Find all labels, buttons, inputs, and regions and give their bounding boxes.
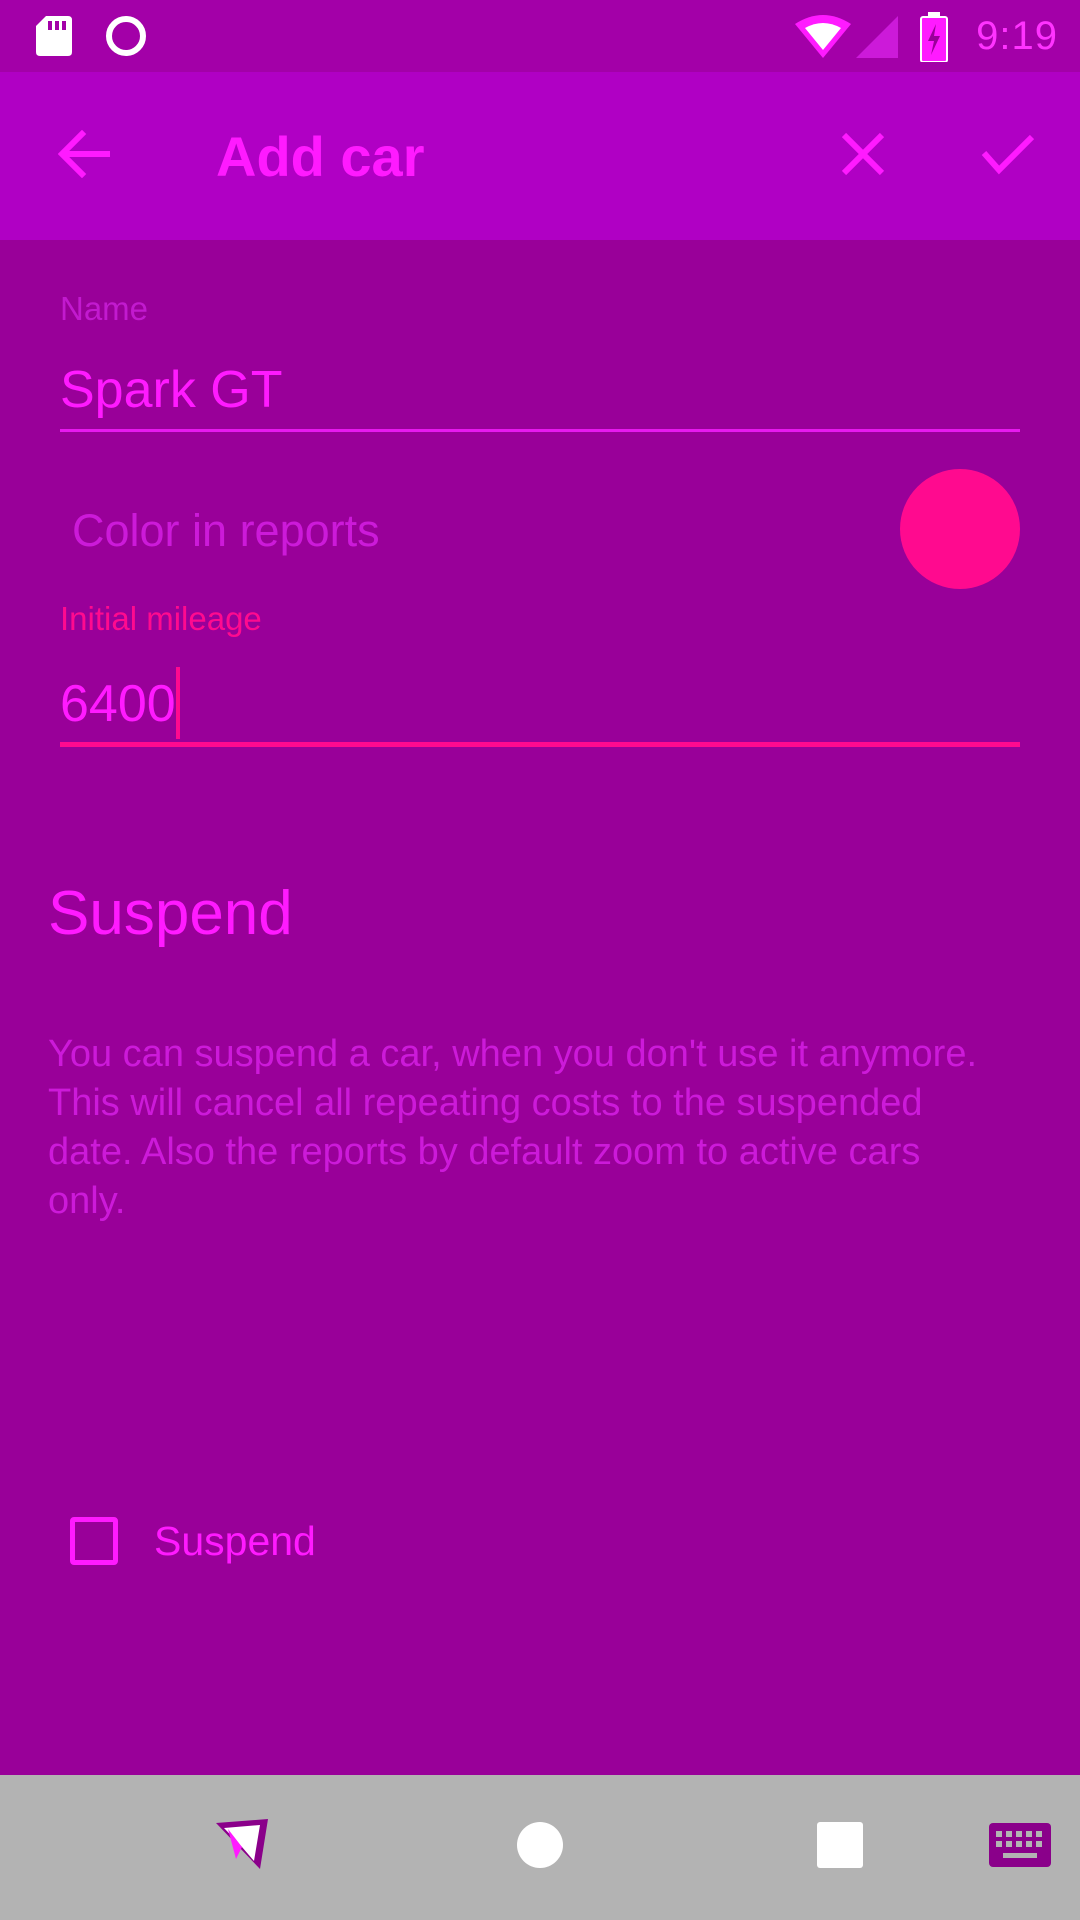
add-car-form: Name Color in reports Initial mileage 64… bbox=[0, 240, 1080, 1775]
suspend-checkbox[interactable] bbox=[70, 1517, 118, 1565]
home-icon bbox=[516, 1821, 564, 1874]
page-title: Add car bbox=[216, 125, 425, 188]
app-launcher-button[interactable] bbox=[206, 1811, 278, 1883]
text-cursor bbox=[175, 667, 180, 740]
back-button[interactable] bbox=[36, 108, 132, 204]
sync-circle-icon bbox=[104, 14, 148, 63]
navigation-bar bbox=[0, 1775, 1080, 1920]
color-picker-button[interactable] bbox=[900, 469, 1020, 589]
color-in-reports-label: Color in reports bbox=[72, 505, 380, 556]
close-icon bbox=[841, 132, 885, 181]
keyboard-icon bbox=[989, 1822, 1051, 1872]
app-launcher-icon bbox=[214, 1818, 270, 1876]
initial-mileage-underline bbox=[60, 742, 1020, 747]
sd-card-icon bbox=[36, 16, 72, 61]
battery-charging-icon bbox=[920, 12, 948, 67]
name-field-underline bbox=[60, 429, 1020, 432]
save-button[interactable] bbox=[960, 108, 1056, 204]
initial-mileage-label: Initial mileage bbox=[60, 600, 262, 637]
app-bar: Add car bbox=[0, 72, 1080, 240]
status-bar: 9:19 bbox=[0, 0, 1080, 72]
cancel-button[interactable] bbox=[815, 108, 911, 204]
status-time: 9:19 bbox=[976, 14, 1058, 58]
check-icon bbox=[981, 133, 1035, 180]
initial-mileage-value: 6400 bbox=[60, 675, 176, 733]
home-button[interactable] bbox=[504, 1811, 576, 1883]
suspend-checkbox-label: Suspend bbox=[154, 1517, 316, 1564]
recents-icon bbox=[817, 1821, 863, 1873]
cell-signal-icon bbox=[856, 16, 898, 63]
keyboard-button[interactable] bbox=[982, 1811, 1058, 1883]
initial-mileage-field[interactable]: 6400 bbox=[60, 667, 1020, 740]
name-field[interactable] bbox=[60, 358, 1020, 422]
suspend-checkbox-row[interactable]: Suspend bbox=[60, 1505, 316, 1577]
name-label: Name bbox=[60, 290, 149, 327]
arrow-back-icon bbox=[57, 129, 111, 183]
suspend-section-title: Suspend bbox=[48, 879, 293, 948]
wifi-icon bbox=[795, 14, 851, 63]
suspend-description: You can suspend a car, when you don't us… bbox=[48, 1033, 978, 1222]
recents-button[interactable] bbox=[804, 1811, 876, 1883]
